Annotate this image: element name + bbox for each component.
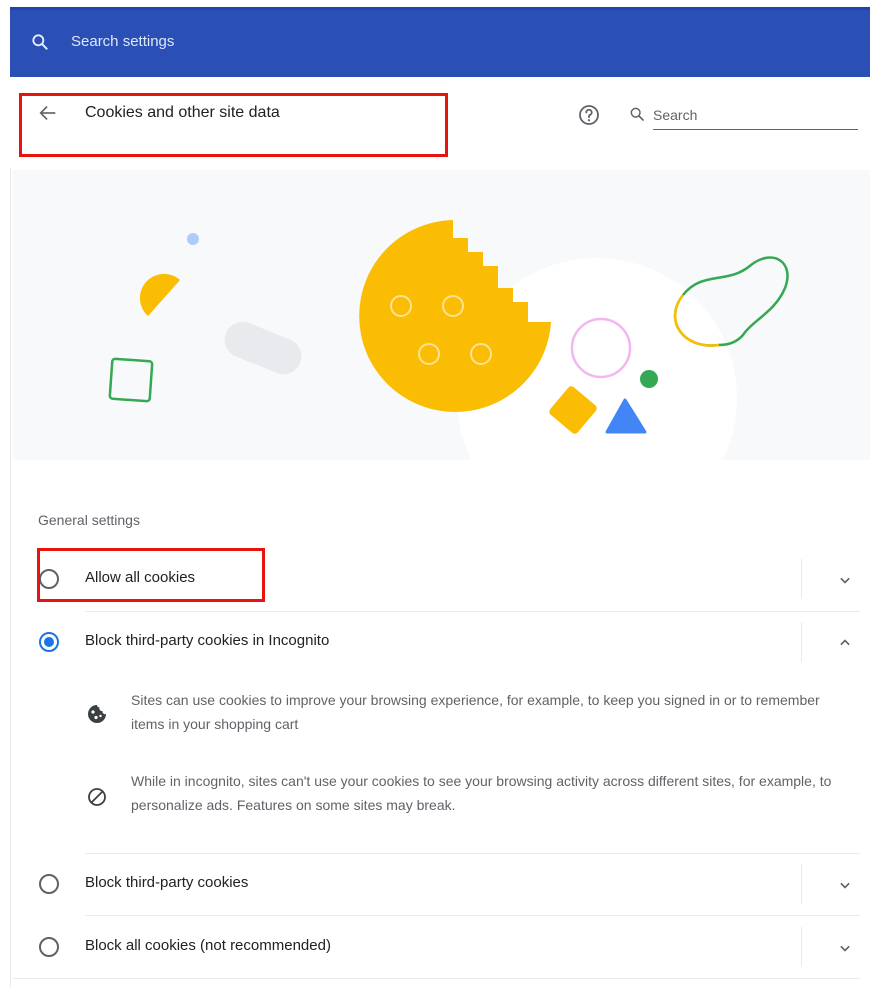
option-allow-all-cookies[interactable]: Allow all cookies [13,548,860,610]
search-input[interactable] [653,100,858,130]
page-header: Cookies and other site data [13,78,870,168]
search-icon [32,34,48,50]
chevron-down-icon[interactable] [835,875,855,895]
option-label: Allow all cookies [85,569,196,586]
option-label: Block all cookies (not recommended) [85,937,331,954]
cookie-icon [88,705,106,723]
divider [801,559,802,599]
divider [801,622,802,662]
cookies-illustration [13,170,870,460]
page-title: Cookies and other site data [85,104,280,121]
divider [801,927,802,967]
settings-search-bar[interactable]: Search settings [10,7,870,77]
settings-search-placeholder[interactable]: Search settings [71,33,174,50]
chevron-down-icon[interactable] [835,570,855,590]
radio-button[interactable] [39,874,59,894]
search-icon [630,107,644,121]
detail-cookies-info: Sites can use cookies to improve your br… [85,688,860,740]
chevron-up-icon[interactable] [835,633,855,653]
option-block-all-cookies[interactable]: Block all cookies (not recommended) [13,916,860,978]
option-block-third-party-incognito[interactable]: Block third-party cookies in Incognito [13,611,860,673]
detail-text: Sites can use cookies to improve your br… [131,692,820,732]
radio-button[interactable] [39,569,59,589]
detail-text: While in incognito, sites can't use your… [131,773,832,813]
radio-button-selected[interactable] [39,632,59,652]
cookies-illustration-graphic [108,220,789,460]
option-label: Block third-party cookies in Incognito [85,632,330,649]
option-block-third-party-cookies[interactable]: Block third-party cookies [13,853,860,915]
option-label: Block third-party cookies [85,874,249,891]
detail-incognito-info: While in incognito, sites can't use your… [85,769,860,821]
help-circle-icon[interactable] [577,103,601,127]
radio-button[interactable] [39,937,59,957]
back-arrow-icon[interactable] [37,102,59,124]
divider [801,864,802,904]
chevron-down-icon[interactable] [835,938,855,958]
section-title-general-settings: General settings [38,512,140,528]
row-divider [13,978,860,979]
block-icon [88,788,106,806]
content-left-border [10,168,11,987]
